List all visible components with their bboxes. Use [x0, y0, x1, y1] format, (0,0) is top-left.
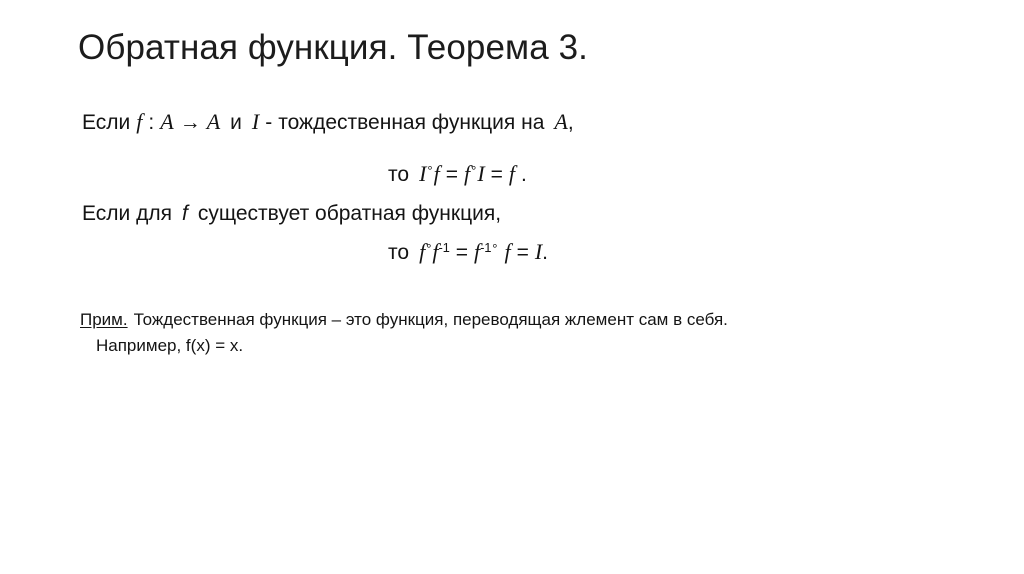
- composition-ring-icon: °: [427, 163, 433, 178]
- note-example-text: Например, f(x) = x.: [96, 336, 244, 355]
- superscript-minus-one: -1: [438, 240, 450, 255]
- condition-tail-text: тождественная функция на: [278, 111, 545, 134]
- period-symbol: .: [521, 163, 527, 186]
- composition-ring-icon: °: [492, 241, 498, 256]
- arrow-icon: →: [179, 111, 201, 134]
- page-title: Обратная функция. Теорема 3.: [78, 28, 588, 67]
- slide-canvas: Обратная функция. Теорема 3. Если f: A → Aи I…: [0, 0, 1024, 574]
- function-symbol-f: f: [181, 202, 188, 225]
- set-symbol-domain: A: [160, 109, 174, 134]
- condition-suffix-text: существует обратная функция,: [197, 202, 502, 225]
- then-keyword: то: [388, 163, 410, 186]
- note-line: Прим. Тождественная функция – это функция…: [80, 308, 728, 332]
- note-example-line: Например, f(x) = x.: [96, 334, 243, 358]
- theorem-condition-line-2: Если для f существует обратная функция,: [82, 200, 501, 228]
- function-symbol-f: f: [508, 161, 516, 186]
- identity-symbol-I: I: [477, 161, 485, 186]
- identity-symbol-I: I: [251, 109, 260, 134]
- note-label: Прим.: [80, 310, 128, 329]
- function-symbol-f: f: [136, 109, 143, 134]
- note-text: Тождественная функция – это функция, пер…: [133, 310, 728, 329]
- colon-symbol: :: [148, 111, 155, 134]
- period-symbol: .: [542, 241, 549, 264]
- superscript-minus-one: -1: [480, 240, 492, 255]
- theorem-condition-line-1: Если f: A → Aи I - тождественная функция на A,: [82, 108, 574, 137]
- equals-symbol: =: [445, 163, 458, 186]
- set-symbol-A: A: [554, 109, 568, 134]
- function-symbol-f: f: [504, 239, 511, 264]
- function-symbol-f: f: [433, 161, 440, 186]
- dash-separator: -: [265, 111, 273, 134]
- equals-symbol: =: [490, 163, 503, 186]
- comma-symbol: ,: [567, 111, 574, 134]
- then-keyword: то: [388, 241, 410, 264]
- condition-prefix-text: Если для: [82, 202, 172, 225]
- conjunction-and: и: [230, 111, 242, 134]
- condition-prefix: Если: [82, 111, 131, 134]
- set-symbol-codomain: A: [206, 109, 221, 134]
- equals-symbol: =: [455, 241, 468, 264]
- theorem-formula-line-1: то I°f = f°I = f.: [388, 157, 527, 189]
- equals-symbol: =: [516, 241, 529, 264]
- theorem-formula-line-2: то f°f-1 = f-1° f = I.: [388, 234, 548, 267]
